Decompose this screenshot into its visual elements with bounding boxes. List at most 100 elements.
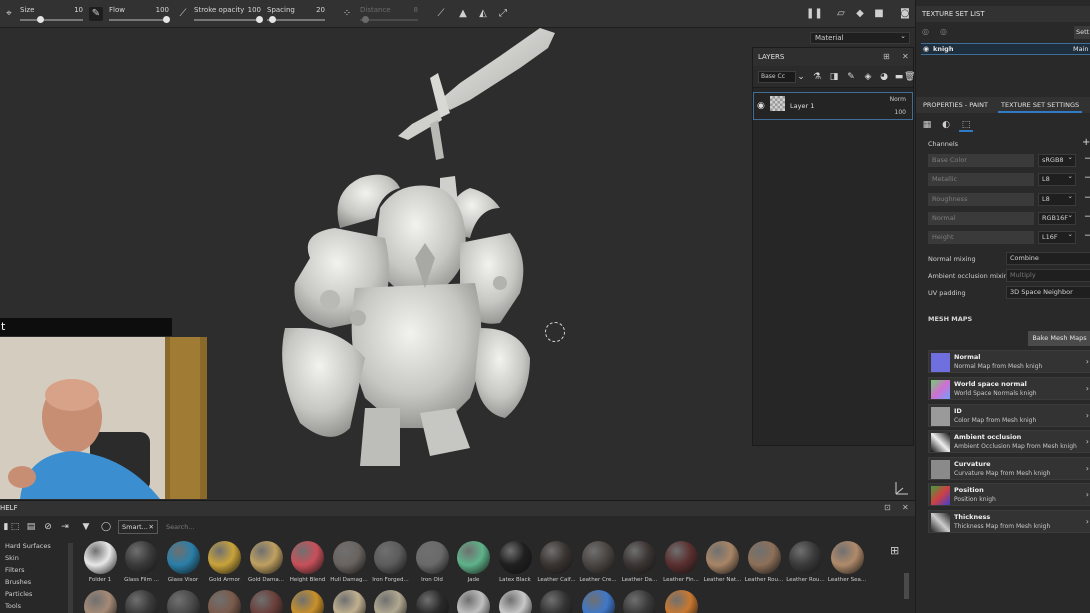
material-item[interactable] <box>246 590 286 613</box>
flow-pressure-icon[interactable]: ⟋ <box>176 7 190 21</box>
distance-value[interactable]: 8 <box>414 6 418 14</box>
material-item[interactable] <box>495 590 535 613</box>
camera-perspective-icon[interactable]: ▱ <box>834 7 848 21</box>
material-item[interactable]: Gold Dama... <box>246 541 286 583</box>
tool-pointer-icon[interactable]: ⌖ <box>2 7 16 21</box>
remove-channel-icon[interactable]: − <box>1084 154 1090 164</box>
import-icon[interactable]: ▤ <box>25 521 37 533</box>
screenshot-icon[interactable]: ◙ <box>898 7 912 21</box>
flow-knob[interactable] <box>163 16 170 23</box>
shelf-search-input[interactable]: Search... <box>162 520 892 534</box>
spacing-slider[interactable]: Spacing 20 <box>267 4 325 24</box>
flow-slider[interactable]: Flow 100 <box>109 4 170 24</box>
stroke-opacity-value[interactable]: 100 <box>248 6 261 14</box>
material-item[interactable]: Glass Film ... <box>122 541 162 583</box>
material-item[interactable]: Leather Da... <box>620 541 660 583</box>
spacing-knob[interactable] <box>269 16 276 23</box>
mesh-map-id[interactable]: ID Color Map from Mesh knigh › <box>928 404 1090 427</box>
chevron-right-icon[interactable]: › <box>1086 517 1089 526</box>
material-item[interactable] <box>537 590 577 613</box>
material-item[interactable]: Glass Visor <box>163 541 203 583</box>
distance-slider[interactable]: Distance 8 <box>360 4 418 24</box>
channel-format-select[interactable]: L16F <box>1038 229 1076 244</box>
material-item[interactable]: Jade <box>454 541 494 583</box>
tab-properties-paint[interactable]: PROPERTIES - PAINT <box>920 97 991 113</box>
panel-close-icon[interactable]: ✕ <box>902 48 909 66</box>
texture-set-eye-icon[interactable]: ◉ <box>923 44 929 54</box>
texture-set-settings-button[interactable]: Sett <box>1074 26 1090 39</box>
flow-value[interactable]: 100 <box>156 6 169 14</box>
add-effect-icon[interactable]: ⚗ <box>811 71 823 83</box>
category-item[interactable]: Particles <box>5 590 32 598</box>
distance-knob[interactable] <box>362 16 369 23</box>
paint-layer-icon[interactable]: ✎ <box>845 71 857 83</box>
hide-icon[interactable]: ⊘ <box>42 521 54 533</box>
material-item[interactable] <box>578 590 618 613</box>
channel-format-select[interactable]: RGB16F <box>1038 210 1076 225</box>
material-item[interactable]: Leather Calf... <box>537 541 577 583</box>
size-slider[interactable]: Size 10 <box>20 4 83 24</box>
category-item[interactable]: Tools <box>5 602 21 610</box>
shelf-scrollbar[interactable] <box>904 573 909 599</box>
panel-dock-icon[interactable]: ⊡ <box>884 503 891 512</box>
fill-layer-icon[interactable]: ◈ <box>862 71 874 83</box>
brush-icon[interactable]: ✎ <box>89 7 103 21</box>
layout-icon[interactable]: ▦ <box>920 118 934 132</box>
material-item[interactable]: Leather Rou... <box>786 541 826 583</box>
material-item[interactable]: Iron Old <box>412 541 452 583</box>
remove-channel-icon[interactable]: − <box>1084 173 1090 183</box>
tab-texture-set-settings[interactable]: TEXTURE SET SETTINGS <box>998 97 1083 113</box>
chevron-right-icon[interactable]: › <box>1086 490 1089 499</box>
layer-channel-select[interactable]: Base Cc <box>758 71 796 83</box>
material-item[interactable] <box>454 590 494 613</box>
lazy-mouse-icon[interactable]: ⁘ <box>340 7 354 21</box>
stroke-opacity-slider[interactable]: Stroke opacity 100 <box>194 4 263 24</box>
uv-icon[interactable]: ⬚ <box>959 118 973 132</box>
grid-view-icon[interactable]: ⊞ <box>890 544 899 557</box>
channel-format-select[interactable]: L8 <box>1038 171 1076 186</box>
filter-icon[interactable]: ▼ <box>80 521 92 533</box>
material-item[interactable]: Leather Sea... <box>827 541 867 583</box>
chevron-right-icon[interactable]: › <box>1086 464 1089 473</box>
smart-material-icon[interactable]: ◕ <box>878 71 890 83</box>
add-mask-icon[interactable]: ◨ <box>828 71 840 83</box>
stroke-opacity-knob[interactable] <box>256 16 263 23</box>
size-value[interactable]: 10 <box>74 6 83 14</box>
remove-filter-icon[interactable]: ✕ <box>149 521 154 533</box>
bake-mesh-maps-button[interactable]: Bake Mesh Maps <box>1028 331 1090 346</box>
category-item[interactable]: Brushes <box>5 578 31 586</box>
category-item[interactable]: Skin <box>5 554 19 562</box>
mirror-z-icon[interactable]: ⤢ <box>496 7 510 21</box>
material-item[interactable] <box>163 590 203 613</box>
material-item[interactable]: Gold Armor <box>205 541 245 583</box>
material-item[interactable] <box>122 590 162 613</box>
category-scrollbar[interactable] <box>68 543 73 613</box>
material-item[interactable]: Iron Forged... <box>371 541 411 583</box>
mesh-map-curvature[interactable]: Curvature Curvature Map from Mesh knigh … <box>928 457 1090 480</box>
eye-icon[interactable]: ◎ <box>922 27 929 36</box>
visibility-eye-icon[interactable]: ◉ <box>757 101 765 111</box>
remove-channel-icon[interactable]: − <box>1084 212 1090 222</box>
spacing-value[interactable]: 20 <box>316 6 325 14</box>
trash-icon[interactable]: 🗑 <box>904 71 915 83</box>
mesh-map-ambient-occlusion[interactable]: Ambient occlusion Ambient Occlusion Map … <box>928 430 1090 453</box>
panel-dock-icon[interactable]: ⊞ <box>883 48 890 66</box>
panel-close-icon[interactable]: ✕ <box>902 503 909 512</box>
material-item[interactable] <box>205 590 245 613</box>
material-item[interactable] <box>288 590 328 613</box>
material-item[interactable]: Leather Rou... <box>744 541 784 583</box>
circle-filter-icon[interactable]: ◯ <box>100 521 112 533</box>
dropdown-chevron-icon[interactable]: ⌄ <box>795 71 807 83</box>
material-item[interactable] <box>80 590 120 613</box>
remove-channel-icon[interactable]: − <box>1084 231 1090 241</box>
material-item[interactable] <box>329 590 369 613</box>
material-item[interactable] <box>412 590 452 613</box>
mirror-y-icon[interactable]: ◭ <box>476 7 490 21</box>
category-item[interactable]: Hard Surfaces <box>5 542 51 550</box>
ao-mixing-select[interactable]: Multiply <box>1006 269 1090 282</box>
viewport-mode-select[interactable]: Material <box>810 31 910 44</box>
new-folder-icon[interactable]: ⬚ <box>9 521 21 533</box>
mesh-map-thickness[interactable]: Thickness Thickness Map from Mesh knigh … <box>928 510 1090 533</box>
cube-icon[interactable]: ◆ <box>853 7 867 21</box>
shader-icon[interactable]: ◐ <box>939 118 953 132</box>
